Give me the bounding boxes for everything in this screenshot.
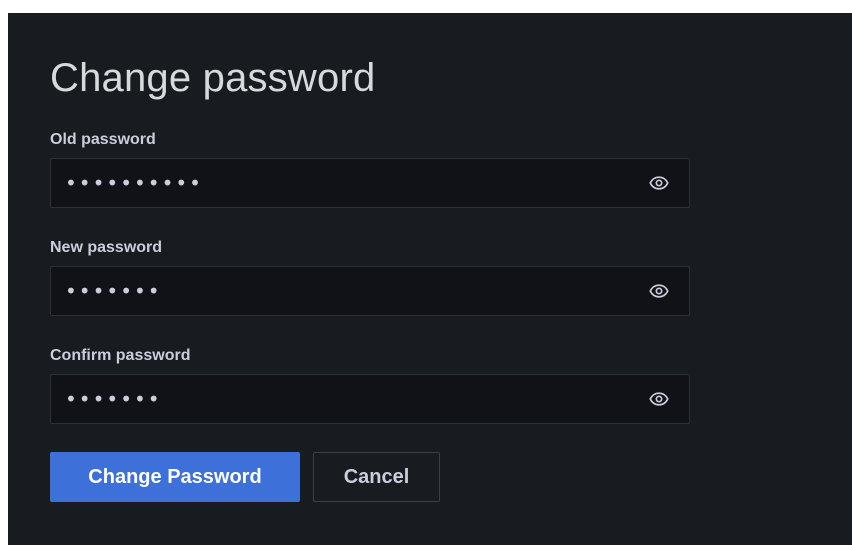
- page-title: Change password: [50, 56, 376, 100]
- new-password-label: New password: [50, 239, 163, 256]
- old-password-label: Old password: [50, 131, 156, 148]
- eye-icon[interactable]: [649, 281, 669, 301]
- change-password-button[interactable]: Change Password: [50, 452, 300, 502]
- new-password-field-group: New password: [50, 237, 690, 316]
- old-password-field-group: Old password: [50, 129, 690, 208]
- confirm-password-input-wrapper: [50, 374, 690, 424]
- old-password-input-wrapper: [50, 158, 690, 208]
- new-password-input-wrapper: [50, 266, 690, 316]
- confirm-password-label: Confirm password: [50, 347, 191, 364]
- old-password-input[interactable]: [51, 159, 631, 207]
- eye-icon[interactable]: [649, 389, 669, 409]
- cancel-button[interactable]: Cancel: [313, 452, 440, 502]
- eye-icon[interactable]: [649, 173, 669, 193]
- new-password-input[interactable]: [51, 267, 631, 315]
- confirm-password-input[interactable]: [51, 375, 631, 423]
- change-password-page: Change password Old password New passwor…: [8, 13, 852, 545]
- confirm-password-field-group: Confirm password: [50, 345, 690, 424]
